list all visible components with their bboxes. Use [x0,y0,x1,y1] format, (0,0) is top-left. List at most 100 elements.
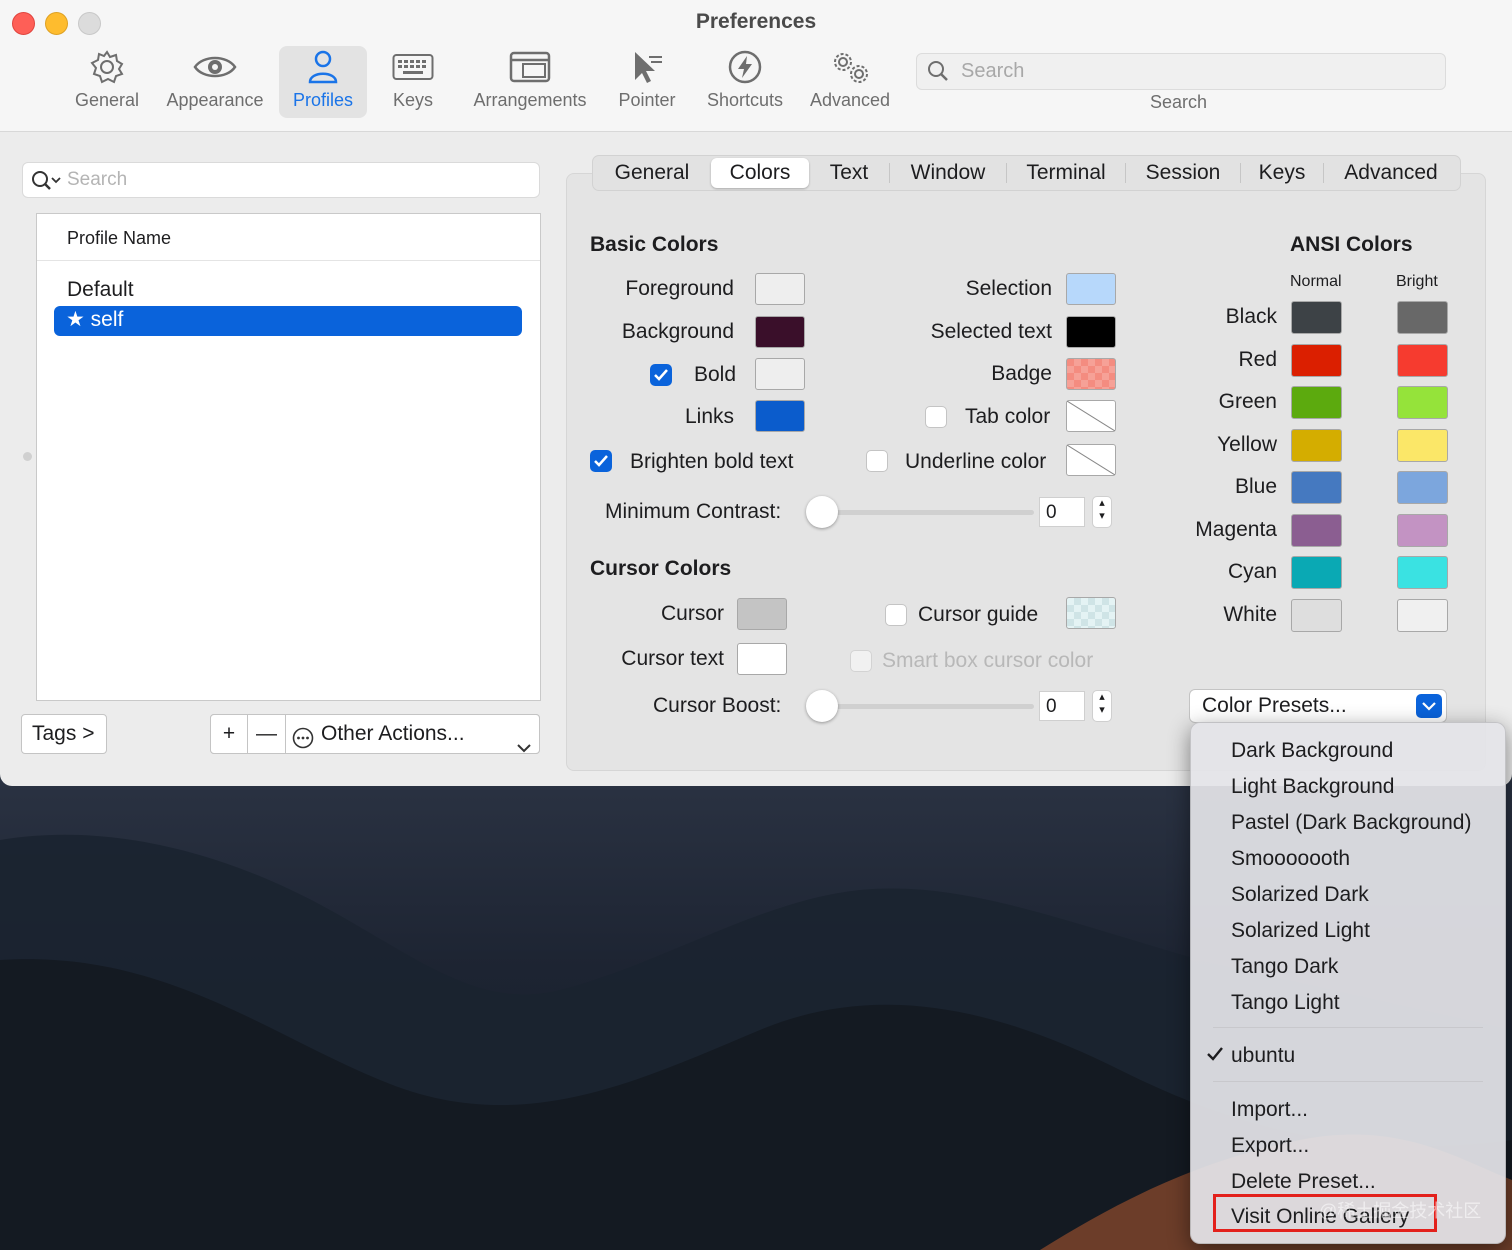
toolbar-label: General [74,90,140,110]
toolbar-label: Appearance [166,90,264,110]
tab-color-checkbox[interactable] [925,406,947,428]
menu-item-delete-preset[interactable]: Delete Preset... [1231,1170,1376,1194]
ansi-yellow-normal-well[interactable] [1291,429,1342,462]
tab-session[interactable]: Session [1126,161,1240,185]
tab-text[interactable]: Text [809,161,889,185]
menu-item-tango-light[interactable]: Tango Light [1231,991,1340,1015]
chevron-down-icon [517,728,531,766]
person-icon [308,50,338,84]
minimum-contrast-stepper[interactable]: ▴ ▾ [1092,496,1112,528]
minimum-contrast-track[interactable] [824,510,1034,515]
cursor-boost-track[interactable] [824,704,1034,709]
other-actions-label: Other Actions... [321,722,465,745]
underline-color-well[interactable] [1066,444,1116,476]
cursor-guide-checkbox[interactable] [885,604,907,626]
links-color-well[interactable] [755,400,805,432]
toolbar-advanced-button[interactable]: Advanced [804,46,896,118]
ansi-black-bright-well[interactable] [1397,301,1448,334]
minimum-contrast-field[interactable]: 0 [1039,497,1085,527]
toolbar-shortcuts-button[interactable]: Shortcuts [700,46,790,118]
ansi-red-bright-well[interactable] [1397,344,1448,377]
tab-advanced[interactable]: Advanced [1324,161,1458,185]
minimum-contrast-slider[interactable] [806,496,838,528]
toolbar-appearance-button[interactable]: Appearance [160,46,270,118]
ansi-green-normal-well[interactable] [1291,386,1342,419]
profile-search-input[interactable]: Search [22,162,540,198]
ansi-red-normal-well[interactable] [1291,344,1342,377]
background-color-well[interactable] [755,316,805,348]
foreground-color-well[interactable] [755,273,805,305]
menu-item-pastel-dark[interactable]: Pastel (Dark Background) [1231,811,1471,835]
brighten-bold-checkbox[interactable] [590,450,612,472]
tab-keys[interactable]: Keys [1241,161,1323,185]
cursor-text-color-well[interactable] [737,643,787,675]
cursor-boost-field[interactable]: 0 [1039,691,1085,721]
toolbar-profiles-button[interactable]: Profiles [279,46,367,118]
selected-text-color-well[interactable] [1066,316,1116,348]
tags-button[interactable]: Tags > [21,714,107,754]
ansi-green-bright-well[interactable] [1397,386,1448,419]
bold-checkbox[interactable] [650,364,672,386]
selected-text-label: Selected text [930,320,1052,343]
cursor-guide-color-well[interactable] [1066,597,1116,629]
basic-colors-heading: Basic Colors [590,233,719,256]
toolbar-pointer-button[interactable]: Pointer [610,46,684,118]
tab-color-well[interactable] [1066,400,1116,432]
ansi-yellow-bright-well[interactable] [1397,429,1448,462]
toolbar-search-input[interactable]: Search [916,53,1446,90]
tab-terminal[interactable]: Terminal [1007,161,1125,185]
selection-label: Selection [965,277,1052,300]
gears-icon [834,53,868,83]
add-profile-button[interactable]: + [210,714,248,754]
menu-item-tango-dark[interactable]: Tango Dark [1231,955,1338,979]
star-icon: ★ [66,308,91,331]
ansi-black-normal-well[interactable] [1291,301,1342,334]
color-presets-label: Color Presets... [1202,694,1347,717]
menu-item-light-background[interactable]: Light Background [1231,775,1394,799]
cursor-color-well[interactable] [737,598,787,630]
cursor-boost-slider[interactable] [806,690,838,722]
ansi-white-normal-well[interactable] [1291,599,1342,632]
tab-window[interactable]: Window [890,161,1006,185]
toolbar-general-button[interactable]: General [68,46,146,118]
color-presets-dropdown[interactable]: Color Presets... [1189,689,1447,723]
lightning-icon [728,50,762,84]
ansi-cyan-bright-well[interactable] [1397,556,1448,589]
cursor-boost-label: Cursor Boost: [653,694,782,717]
profile-name-column-header[interactable]: Profile Name [37,214,540,261]
remove-profile-button[interactable]: — [247,714,286,754]
profile-row-self[interactable]: ★ self [54,306,522,336]
ansi-magenta-bright-well[interactable] [1397,514,1448,547]
other-actions-dropdown[interactable]: Other Actions... [285,714,540,754]
ansi-blue-normal-well[interactable] [1291,471,1342,504]
smart-box-cursor-checkbox[interactable] [850,650,872,672]
ansi-white-bright-well[interactable] [1397,599,1448,632]
ansi-blue-bright-well[interactable] [1397,471,1448,504]
menu-item-import[interactable]: Import... [1231,1098,1308,1122]
search-placeholder: Search [961,60,1025,82]
cursor-label: Cursor [660,602,724,625]
toolbar-arrangements-button[interactable]: Arrangements [466,46,594,118]
bold-color-well[interactable] [755,358,805,390]
cursor-guide-label: Cursor guide [918,603,1039,626]
cursor-boost-stepper[interactable]: ▴ ▾ [1092,690,1112,722]
menu-item-dark-background[interactable]: Dark Background [1231,739,1393,763]
profile-row-default[interactable]: Default [67,278,134,302]
underline-color-checkbox[interactable] [866,450,888,472]
tab-colors[interactable]: Colors [711,158,809,188]
minimum-contrast-label: Minimum Contrast: [605,500,782,523]
toolbar-keys-button[interactable]: Keys [382,46,444,118]
ansi-blue-label: Blue [1234,475,1277,498]
ansi-magenta-normal-well[interactable] [1291,514,1342,547]
splitter-handle[interactable] [23,452,32,461]
badge-color-well[interactable] [1066,358,1116,390]
watermark: @稀土掘金技术社区 [1319,1201,1482,1221]
tab-general[interactable]: General [593,161,711,185]
menu-item-ubuntu[interactable]: ubuntu [1231,1044,1295,1068]
menu-item-solarized-dark[interactable]: Solarized Dark [1231,883,1369,907]
ansi-cyan-normal-well[interactable] [1291,556,1342,589]
menu-item-solarized-light[interactable]: Solarized Light [1231,919,1370,943]
menu-item-smoooooth[interactable]: Smooooooth [1231,847,1350,871]
menu-item-export[interactable]: Export... [1231,1134,1309,1158]
selection-color-well[interactable] [1066,273,1116,305]
